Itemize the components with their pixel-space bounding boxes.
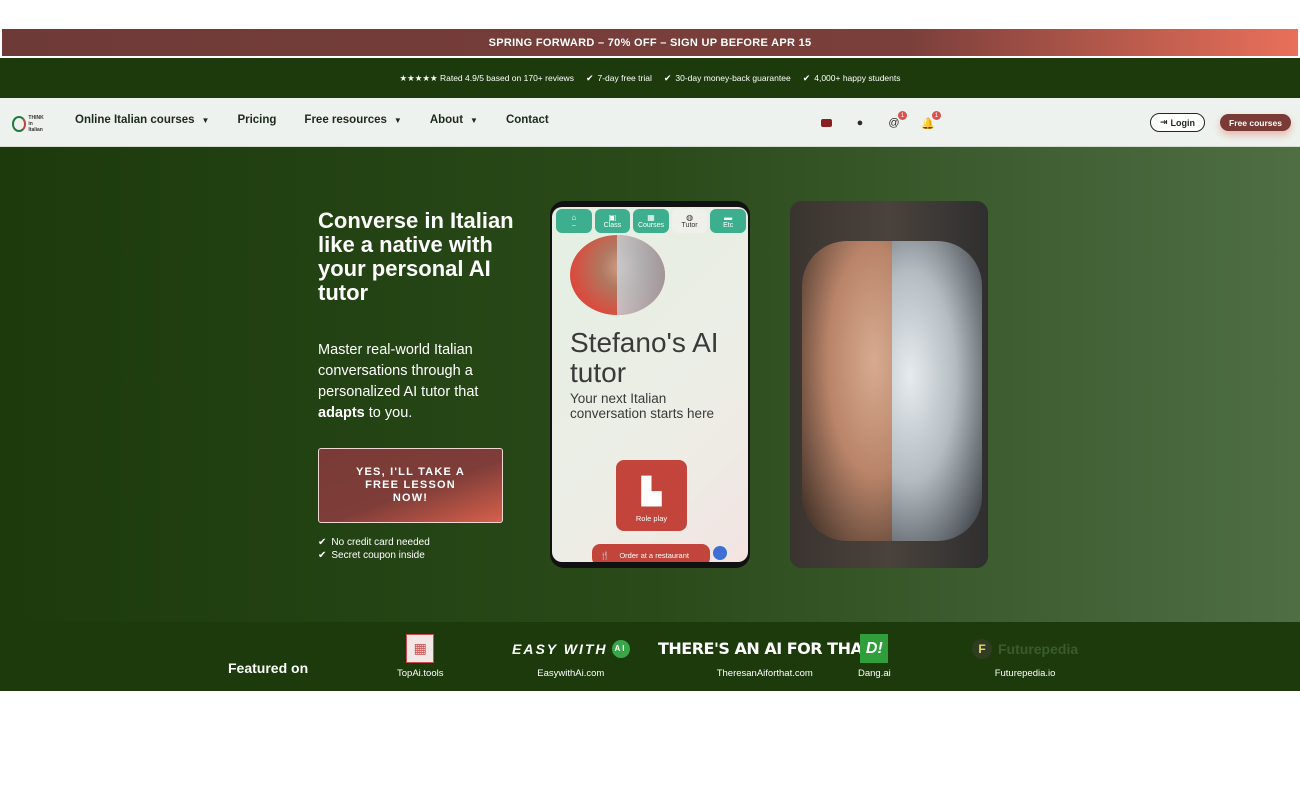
social-links: ● @1 🔔 1 — [818, 111, 941, 131]
promo-banner[interactable]: SPRING FORWARD – 70% OFF – SIGN UP BEFOR… — [2, 29, 1298, 56]
login-icon: ⇥ — [1159, 117, 1168, 127]
tutor-avatar — [570, 235, 665, 315]
youtube-icon[interactable] — [818, 115, 834, 131]
role-play-icon: ▙ — [641, 476, 662, 506]
hero-subheadline: Master real-world Italian conversations … — [318, 342, 479, 421]
theresanai-logo-icon: THERE'S AN AI FOR THAT — [658, 639, 872, 658]
role-play-button[interactable]: ▙ Role play — [616, 460, 687, 531]
human-face-half — [802, 241, 892, 541]
tutor-subtitle: Your next Italian conversation starts he… — [570, 391, 715, 421]
check-icon: ✔ — [663, 72, 672, 83]
brand-topai[interactable]: ▦ TopAi.tools — [397, 634, 443, 679]
phone-screen: ⌂ – ▣ Class ▦ Courses ◍ Tutor ▬ Etc Stefano's… — [552, 207, 748, 562]
brand-easywithai[interactable]: EASY WITH AI EasywithAi.com — [512, 634, 630, 679]
brand-futurepedia[interactable]: F Futurepedia Futurepedia.io — [972, 634, 1078, 679]
courses-icon: ▦ — [647, 213, 655, 222]
tab-home[interactable]: ⌂ – — [556, 209, 592, 233]
class-icon: ▣ — [608, 213, 617, 222]
rating-text: ★★★★★ Rated 4.9/5 based on 170+ reviews — [399, 72, 574, 83]
utensils-icon: 🍴 — [600, 550, 610, 560]
trial-badge: ✔ 7-day free trial — [585, 72, 652, 84]
folder-icon: ▬ — [724, 213, 733, 222]
site-logo[interactable]: THINK in Italian — [12, 114, 46, 134]
topai-logo-icon: ▦ — [406, 634, 435, 663]
nav-item-pricing[interactable]: Pricing — [237, 114, 276, 126]
nav-item-online-italian-courses[interactable]: Online Italian courses ▼ — [75, 114, 209, 126]
robot-face-half — [892, 241, 982, 541]
trust-bar: ★★★★★ Rated 4.9/5 based on 170+ reviews … — [0, 58, 1300, 98]
free-courses-button[interactable]: Free courses — [1220, 114, 1291, 131]
brand-theresanaiforthat[interactable]: THERE'S AN AI FOR THAT TheresanAiforthat… — [658, 634, 872, 679]
benefit-item: ✔ No credit card needed — [318, 537, 430, 548]
order-restaurant-button[interactable]: 🍴 Order at a restaurant — [592, 544, 710, 562]
app-tabs: ⌂ – ▣ Class ▦ Courses ◍ Tutor ▬ Etc — [556, 209, 746, 233]
brand-dangai[interactable]: D! Dang.ai — [858, 634, 891, 679]
home-icon: ⌂ — [571, 213, 577, 222]
check-icon: ✔ — [802, 72, 811, 83]
futurepedia-logo-icon: F Futurepedia — [972, 634, 1078, 663]
notification-badge: 1 — [932, 111, 941, 120]
tutor-icon: ◍ — [686, 213, 694, 222]
free-lesson-button[interactable]: YES, I'LL TAKE A FREE LESSON NOW! — [318, 448, 503, 523]
threads-icon[interactable]: @1 — [886, 111, 907, 131]
login-button[interactable]: ⇥ Login — [1150, 113, 1205, 132]
chevron-down-icon: ▼ — [393, 115, 402, 125]
students-badge: ✔ 4,000+ happy students — [802, 72, 901, 84]
check-icon: ✔ — [318, 537, 327, 548]
cta-benefits: ✔ No credit card needed ✔ Secret coupon in… — [318, 537, 430, 562]
check-icon: ✔ — [585, 72, 594, 83]
benefit-item: ✔ Secret coupon inside — [318, 549, 425, 561]
dangai-logo-icon: D! — [860, 634, 889, 663]
hero-headline: Converse in Italian like a native with y… — [318, 208, 514, 305]
tab-courses[interactable]: ▦ Courses — [633, 209, 669, 233]
page: SPRING FORWARD – 70% OFF – SIGN UP BEFOR… — [0, 0, 1300, 788]
ai-tutor-image — [790, 201, 988, 568]
guarantee-badge: ✔ 30-day money-back guarantee — [663, 72, 791, 84]
chevron-down-icon: ▼ — [201, 115, 210, 125]
logo-ring-icon — [12, 116, 27, 132]
chevron-down-icon: ▼ — [470, 115, 478, 125]
featured-on-bar — [0, 622, 1300, 691]
nav-item-free-resources[interactable]: Free resources ▼ — [304, 114, 401, 126]
notification-badge: 1 — [898, 111, 907, 120]
check-icon: ✔ — [318, 549, 327, 561]
robot-icon — [713, 546, 727, 560]
tutor-title: Stefano's AI tutor — [570, 327, 719, 388]
nav-menu: Online Italian courses ▼ Pricing Free res… — [75, 114, 549, 126]
tab-class[interactable]: ▣ Class — [594, 209, 631, 233]
tab-tutor[interactable]: ◍ Tutor — [671, 209, 708, 233]
nav-item-about[interactable]: About ▼ — [430, 114, 478, 126]
reddit-icon[interactable]: ● — [852, 115, 868, 131]
nav-item-contact[interactable]: Contact — [506, 114, 549, 126]
tab-etc[interactable]: ▬ Etc — [710, 209, 746, 233]
promo-text: SPRING FORWARD – 70% OFF – SIGN UP BEFOR… — [488, 36, 812, 49]
phone-mockup: ⌂ – ▣ Class ▦ Courses ◍ Tutor ▬ Etc Stefano's… — [550, 201, 750, 568]
easywithai-logo-icon: EASY WITH AI — [512, 634, 630, 663]
featured-title: Featured on — [228, 660, 309, 676]
bell-icon[interactable]: 🔔 1 — [920, 111, 941, 131]
